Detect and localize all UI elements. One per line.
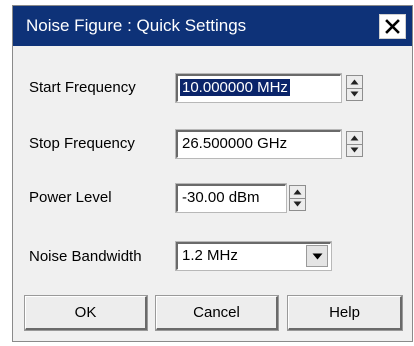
power-level-spin-down[interactable] [290,198,305,210]
help-button[interactable]: Help [288,296,402,330]
dialog-title: Noise Figure : Quick Settings [26,16,247,35]
noise-bandwidth-select[interactable]: 1.2 MHz [176,242,331,270]
ok-button-label: OK [74,304,97,321]
start-frequency-input[interactable]: 10.000000 MHz [176,74,341,102]
stop-frequency-input[interactable]: 26.500000 GHz [176,130,341,158]
power-level-label: Power Level [29,189,112,206]
spin-down-icon [350,147,359,153]
power-level-value: -30.00 dBm [182,189,260,206]
cancel-button[interactable]: Cancel [156,296,278,330]
ok-button[interactable]: OK [25,296,147,330]
quick-settings-dialog: Noise Figure : Quick Settings Start Freq… [12,5,413,342]
power-level-input[interactable]: -30.00 dBm [176,184,286,212]
chevron-down-icon [312,253,322,259]
start-frequency-value: 10.000000 MHz [180,79,290,96]
noise-bandwidth-label: Noise Bandwidth [29,248,142,265]
start-frequency-label: Start Frequency [29,79,136,96]
spin-down-icon [350,91,359,97]
cancel-button-label: Cancel [193,304,240,321]
noise-bandwidth-dropdown-button[interactable] [306,245,328,267]
stop-frequency-value: 26.500000 GHz [182,135,288,152]
stop-frequency-label: Stop Frequency [29,135,135,152]
stop-frequency-spinner[interactable] [346,131,363,157]
stop-frequency-spin-down[interactable] [347,144,362,156]
start-frequency-spin-down[interactable] [347,88,362,100]
help-button-label: Help [329,304,360,321]
power-level-spinner[interactable] [289,185,306,211]
spin-up-icon [350,135,359,141]
close-button[interactable] [379,14,406,39]
noise-bandwidth-value: 1.2 MHz [182,247,238,264]
close-icon [385,19,400,34]
start-frequency-spinner[interactable] [346,75,363,101]
spin-up-icon [350,79,359,85]
spin-up-icon [293,189,302,195]
spin-down-icon [293,201,302,207]
title-bar: Noise Figure : Quick Settings [13,6,412,46]
